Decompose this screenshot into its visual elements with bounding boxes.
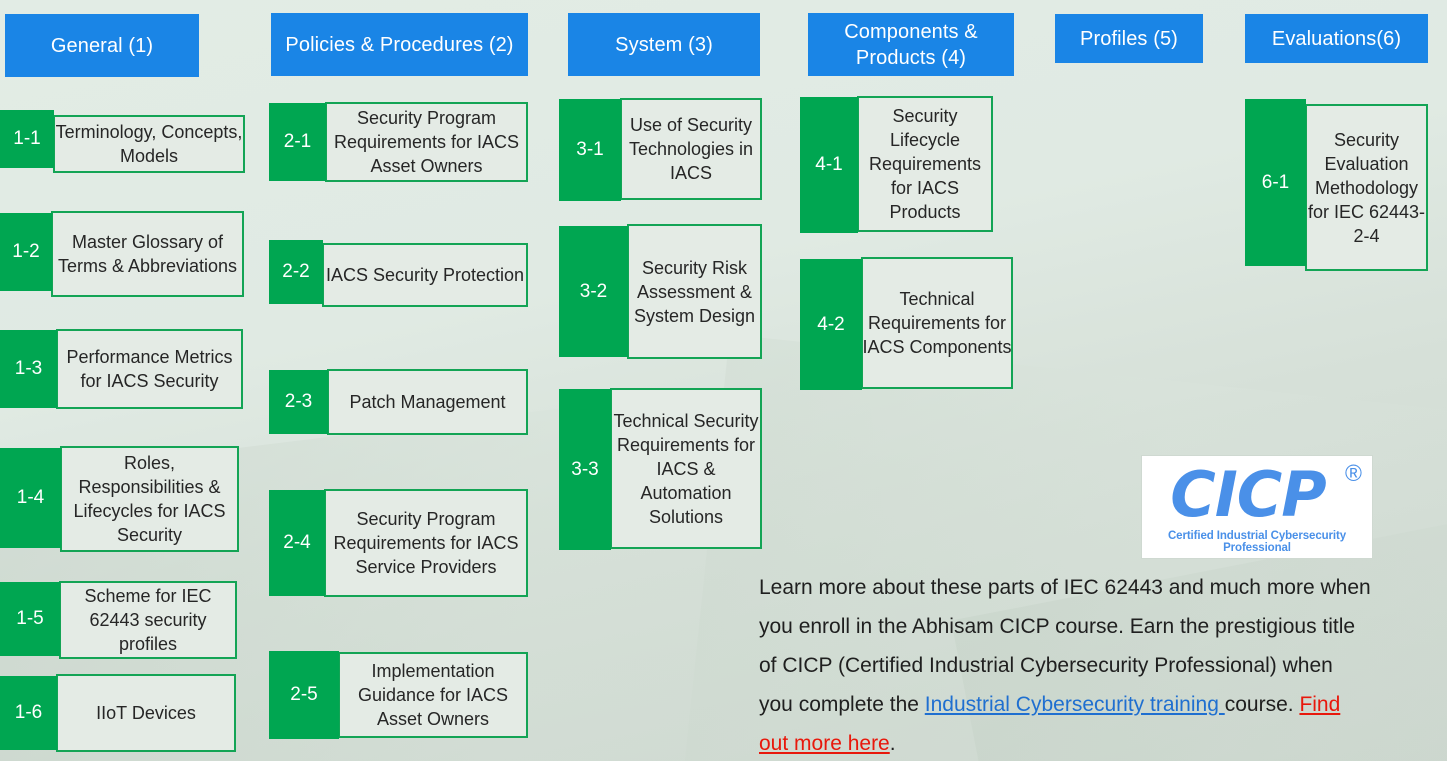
part-title-4-2: Technical Requirements for IACS Componen… xyxy=(862,289,1012,357)
part-number-2-2: 2-2 xyxy=(269,240,323,304)
part-number-3-1: 3-1 xyxy=(559,99,621,201)
cicp-logo: CICP ® Certified Industrial Cybersecurit… xyxy=(1141,455,1373,559)
industrial-cybersecurity-training-link[interactable]: Industrial Cybersecurity training xyxy=(925,693,1225,716)
part-title-1-1: Terminology, Concepts, Models xyxy=(55,122,243,166)
part-title-1-5: Scheme for IEC 62443 security profiles xyxy=(84,586,212,654)
part-title-2-5: Implementation Guidance for IACS Asset O… xyxy=(357,661,509,729)
column-header-system[interactable]: System (3) xyxy=(568,13,760,76)
promo-paragraph: Learn more about these parts of IEC 6244… xyxy=(759,568,1371,761)
part-number-1-5: 1-5 xyxy=(0,582,60,656)
cicp-logo-tagline: Certified Industrial Cybersecurity Profe… xyxy=(1167,530,1347,554)
part-title-1-3: Performance Metrics for IACS Security xyxy=(66,347,233,391)
part-number-2-3: 2-3 xyxy=(269,370,328,434)
part-number-4-2: 4-2 xyxy=(800,259,862,390)
column-header-components-products[interactable]: Components & Products (4) xyxy=(808,13,1014,76)
part-title-3-1: Use of Security Technologies in IACS xyxy=(628,115,754,183)
promo-text-part-3: . xyxy=(889,732,896,755)
part-title-2-3: Patch Management xyxy=(349,392,506,412)
part-number-1-1: 1-1 xyxy=(0,110,54,168)
part-number-1-4: 1-4 xyxy=(0,448,61,548)
part-title-4-1: Security Lifecycle Requirements for IACS… xyxy=(868,106,982,222)
column-header-evaluations[interactable]: Evaluations(6) xyxy=(1245,14,1428,63)
part-title-3-3: Technical Security Requirements for IACS… xyxy=(613,410,759,527)
part-number-6-1: 6-1 xyxy=(1245,99,1306,266)
part-number-4-1: 4-1 xyxy=(800,97,858,233)
part-title-3-2: Security Risk Assessment & System Design xyxy=(633,257,756,326)
part-title-2-1: Security Program Requirements for IACS A… xyxy=(333,108,520,176)
part-title-2-2: IACS Security Protection xyxy=(325,265,525,285)
slide-canvas: General (1) Policies & Procedures (2) Sy… xyxy=(0,0,1447,761)
part-number-1-2: 1-2 xyxy=(0,213,52,291)
column-header-general[interactable]: General (1) xyxy=(5,14,199,77)
part-title-1-2: Master Glossary of Terms & Abbreviations xyxy=(57,232,238,276)
part-number-2-4: 2-4 xyxy=(269,490,325,596)
registered-trademark-icon: ® xyxy=(1345,460,1362,486)
part-number-3-2: 3-2 xyxy=(559,226,628,357)
part-number-1-6: 1-6 xyxy=(0,676,57,750)
part-number-2-1: 2-1 xyxy=(269,103,326,181)
part-title-2-4: Security Program Requirements for IACS S… xyxy=(333,509,519,577)
part-number-3-3: 3-3 xyxy=(559,389,611,550)
part-number-1-3: 1-3 xyxy=(0,330,57,408)
cicp-logo-wordmark: CICP xyxy=(1170,458,1327,531)
part-title-1-6: IIoT Devices xyxy=(96,703,196,723)
part-title-1-4: Roles, Responsibilities & Lifecycles for… xyxy=(73,453,226,545)
part-number-2-5: 2-5 xyxy=(269,651,339,739)
column-header-profiles[interactable]: Profiles (5) xyxy=(1055,14,1203,63)
promo-text-part-2: course. xyxy=(1224,693,1300,716)
column-header-policies-procedures[interactable]: Policies & Procedures (2) xyxy=(271,13,528,76)
part-title-6-1: Security Evaluation Methodology for IEC … xyxy=(1307,129,1426,246)
